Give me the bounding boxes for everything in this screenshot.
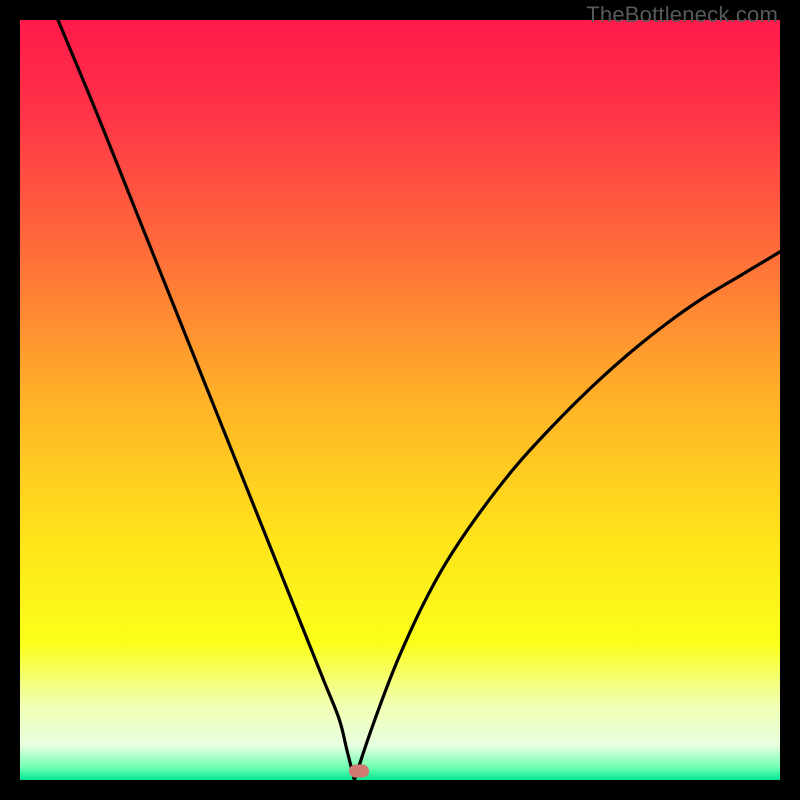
- bottleneck-curve: [20, 20, 780, 780]
- minimum-marker: [349, 764, 369, 777]
- curve-right-branch: [354, 252, 780, 780]
- watermark-text: TheBottleneck.com: [586, 2, 778, 28]
- curve-left-branch: [58, 20, 354, 780]
- plot-area: [20, 20, 780, 780]
- chart-frame: TheBottleneck.com: [0, 0, 800, 800]
